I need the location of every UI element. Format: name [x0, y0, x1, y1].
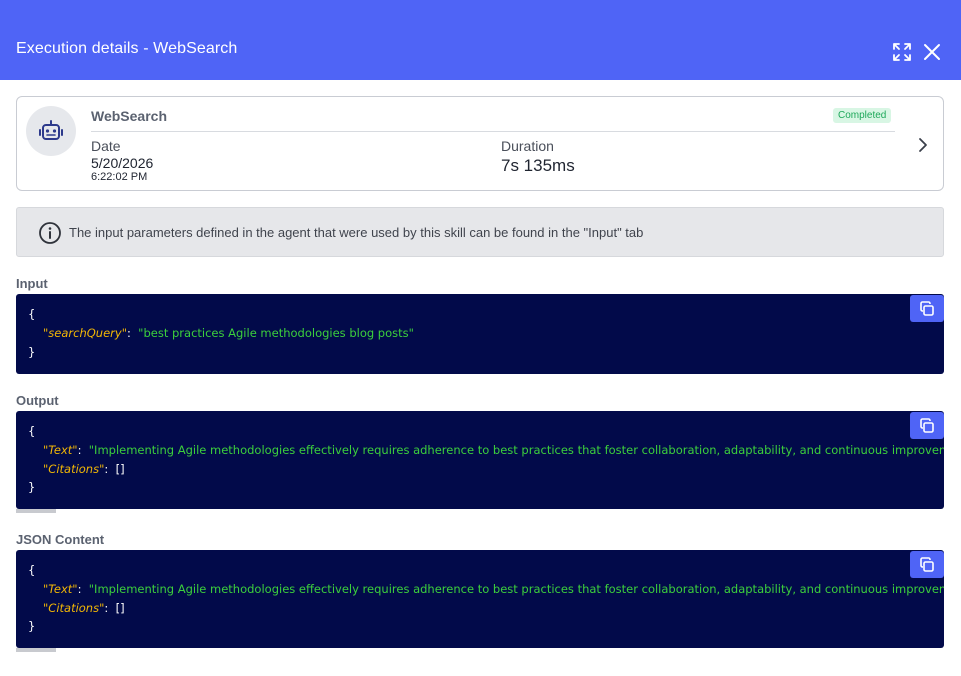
json-value: "best practices Agile methodologies blog… — [138, 326, 414, 340]
input-label: Input — [16, 276, 48, 291]
open-brace: { — [28, 307, 36, 321]
copy-icon — [920, 300, 934, 316]
dialog-title: Execution details - WebSearch — [16, 40, 238, 57]
json-content-label: JSON Content — [16, 532, 105, 547]
copy-icon — [920, 417, 934, 433]
output-code-block[interactable]: { "Text": "Implementing Agile methodolog… — [16, 411, 944, 509]
code-line-text: "Text": "Implementing Agile methodologie… — [43, 443, 944, 457]
copy-output-button[interactable] — [910, 412, 944, 439]
execution-summary-card[interactable]: WebSearch Completed Date 5/20/2026 6:22:… — [16, 96, 944, 191]
json-value: [] — [115, 462, 125, 476]
chevron-right-icon[interactable] — [915, 135, 931, 155]
open-brace: { — [28, 424, 36, 438]
json-value: "Implementing Agile methodologies effect… — [88, 443, 944, 457]
open-brace: { — [28, 563, 36, 577]
expand-icon[interactable] — [892, 42, 912, 62]
horizontal-scrollbar[interactable] — [16, 509, 56, 513]
colon: : — [77, 582, 82, 596]
colon: : — [104, 601, 109, 615]
divider — [91, 131, 895, 132]
copy-json-content-button[interactable] — [910, 551, 944, 578]
copy-icon — [920, 556, 934, 572]
status-badge: Completed — [833, 108, 892, 123]
date-label: Date — [91, 138, 121, 154]
duration-label: Duration — [501, 138, 554, 154]
duration-value: 7s 135ms — [501, 156, 575, 175]
json-value: "Implementing Agile methodologies effect… — [88, 582, 944, 596]
info-icon — [39, 222, 61, 244]
code-line: "searchQuery": "best practices Agile met… — [43, 326, 414, 340]
colon: : — [126, 326, 131, 340]
colon: : — [104, 462, 109, 476]
json-value: [] — [115, 601, 125, 615]
output-label: Output — [16, 393, 59, 408]
close-brace: } — [28, 480, 36, 494]
json-key: "Citations" — [43, 462, 105, 476]
close-icon[interactable] — [922, 42, 942, 62]
skill-name: WebSearch — [91, 108, 167, 124]
code-line-citations: "Citations": [] — [43, 462, 125, 476]
robot-icon — [39, 120, 63, 140]
input-code-block[interactable]: { "searchQuery": "best practices Agile m… — [16, 294, 944, 374]
close-brace: } — [28, 619, 36, 633]
json-key: "Text" — [43, 582, 78, 596]
dialog-header: Execution details - WebSearch — [0, 0, 961, 80]
close-brace: } — [28, 345, 36, 359]
info-text: The input parameters defined in the agen… — [69, 225, 644, 240]
code-line-text: "Text": "Implementing Agile methodologie… — [43, 582, 944, 596]
avatar — [26, 106, 76, 156]
info-banner: The input parameters defined in the agen… — [16, 207, 944, 257]
json-key: "Citations" — [43, 601, 105, 615]
date-value: 5/20/2026 — [91, 155, 154, 171]
time-value: 6:22:02 PM — [91, 171, 148, 183]
json-key: "Text" — [43, 443, 78, 457]
code-line-citations: "Citations": [] — [43, 601, 125, 615]
json-key: "searchQuery" — [43, 326, 127, 340]
colon: : — [77, 443, 82, 457]
copy-input-button[interactable] — [910, 295, 944, 322]
horizontal-scrollbar[interactable] — [16, 648, 56, 652]
json-content-code-block[interactable]: { "Text": "Implementing Agile methodolog… — [16, 550, 944, 648]
